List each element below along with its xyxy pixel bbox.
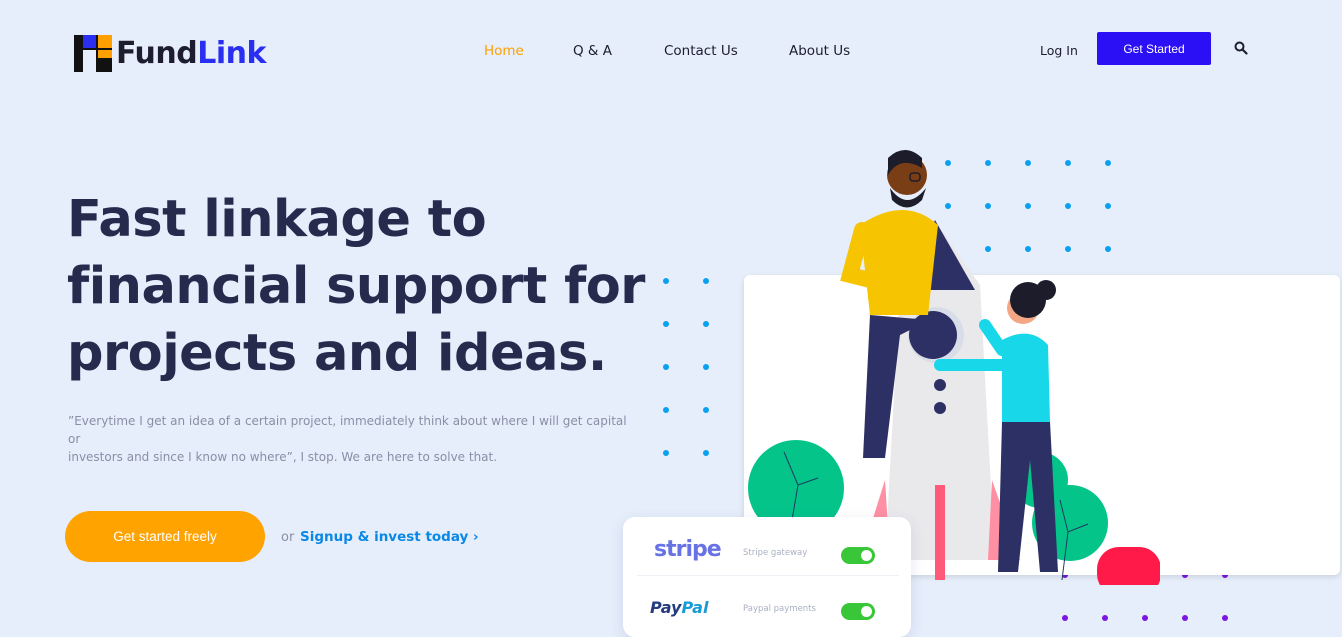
decorative-dot: [663, 407, 669, 413]
payment-description: Paypal payments: [743, 604, 816, 614]
nav-item-contact[interactable]: Contact Us: [664, 43, 738, 59]
decorative-dot: [703, 321, 709, 327]
stripe-logo: stripe: [654, 537, 722, 562]
paypal-toggle[interactable]: [841, 603, 875, 620]
stripe-toggle[interactable]: [841, 547, 875, 564]
decorative-dot: [703, 278, 709, 284]
decorative-dot: [1062, 615, 1068, 621]
decorative-dot: [703, 364, 709, 370]
or-text: or: [281, 530, 295, 545]
payment-methods-card: stripe Stripe gateway PayPal Paypal paym…: [623, 517, 911, 637]
payment-row-stripe: stripe Stripe gateway: [637, 527, 899, 576]
brand-logo[interactable]: FundLink: [74, 35, 266, 72]
logo-mark-icon: [74, 35, 112, 72]
payment-description: Stripe gateway: [743, 548, 808, 558]
decorative-dot: [663, 364, 669, 370]
search-icon[interactable]: [1234, 41, 1248, 55]
hero-subtitle: ”Everytime I get an idea of a certain pr…: [68, 414, 627, 464]
signup-invest-link[interactable]: Signup & invest today ›: [300, 529, 479, 545]
decorative-dot: [1102, 615, 1108, 621]
decorative-dot: [663, 450, 669, 456]
get-started-button[interactable]: Get Started: [1097, 32, 1211, 65]
decorative-dot: [1142, 615, 1148, 621]
nav-item-about[interactable]: About Us: [789, 43, 850, 59]
get-started-freely-button[interactable]: Get started freely: [65, 511, 265, 562]
nav-item-qa[interactable]: Q & A: [573, 43, 612, 59]
decorative-dot: [1182, 615, 1188, 621]
nav-item-home[interactable]: Home: [484, 43, 524, 59]
decorative-dot: [663, 278, 669, 284]
decorative-dot: [663, 321, 669, 327]
payment-row-paypal: PayPal Paypal payments: [637, 583, 899, 631]
decorative-dot: [703, 450, 709, 456]
decorative-dot: [703, 407, 709, 413]
decorative-dot: [1222, 615, 1228, 621]
brand-name: FundLink: [116, 36, 266, 71]
login-link[interactable]: Log In: [1040, 43, 1078, 58]
paypal-logo: PayPal: [650, 598, 709, 617]
hero-title: Fast linkage to financial support for pr…: [67, 190, 645, 383]
